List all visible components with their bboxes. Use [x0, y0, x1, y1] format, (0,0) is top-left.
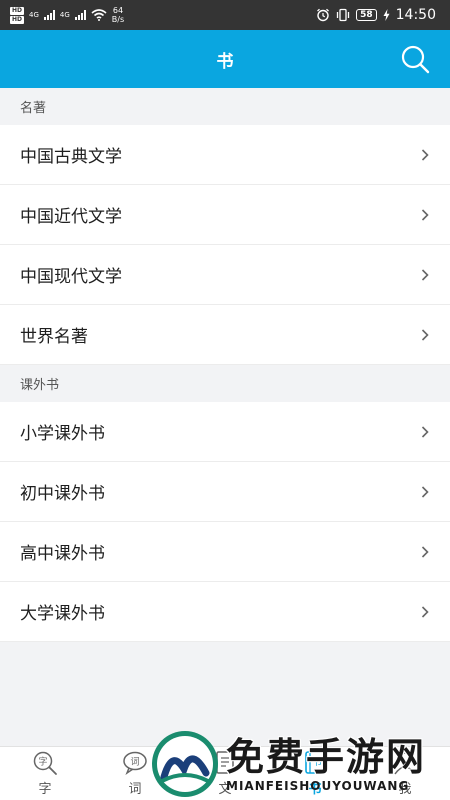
list-item[interactable]: 中国近代文学 — [0, 185, 450, 245]
search-icon[interactable] — [400, 44, 430, 74]
nav-tab-book[interactable]: 书 书 — [270, 750, 360, 797]
nav-tab-character[interactable]: 字 字 — [0, 750, 90, 797]
list-item[interactable]: 大学课外书 — [0, 582, 450, 642]
list-item-label: 中国近代文学 — [20, 207, 122, 227]
vibrate-icon — [336, 8, 350, 22]
nav-label: 我 — [398, 782, 412, 797]
signal-icon — [43, 10, 55, 20]
status-bar: HD HD 4G 4G 64 B/s 58 14:50 — [0, 0, 450, 30]
hd-tag: HD — [10, 6, 25, 15]
chevron-right-icon — [421, 208, 429, 221]
book-category-list: 名著 中国古典文学 中国近代文学 中国现代文学 世界名著 课外书 小学课外书 初… — [0, 88, 450, 642]
character-search-icon: 字 — [33, 751, 57, 775]
word-chat-icon: 词 — [123, 751, 147, 775]
list-item[interactable]: 中国现代文学 — [0, 245, 450, 305]
section-header: 名著 — [0, 88, 450, 125]
hd-tag: HD — [10, 15, 25, 24]
alarm-icon — [317, 8, 330, 22]
list-item-label: 中国古典文学 — [20, 147, 122, 167]
list-item[interactable]: 初中课外书 — [0, 462, 450, 522]
hd-tags: HD HD — [10, 6, 25, 24]
svg-text:词: 词 — [130, 757, 139, 768]
list-item-label: 高中课外书 — [20, 544, 105, 564]
battery-level: 58 — [356, 9, 377, 21]
nav-tab-article[interactable]: 文 — [180, 750, 270, 797]
bottom-nav: 字 字 词 词 文 书 书 我 — [0, 746, 450, 800]
list-item-label: 中国现代文学 — [20, 267, 122, 287]
list-item-label: 初中课外书 — [20, 484, 105, 504]
page-title: 书 — [216, 51, 234, 72]
list-item[interactable]: 高中课外书 — [0, 522, 450, 582]
chevron-right-icon — [421, 425, 429, 438]
chevron-right-icon — [421, 485, 429, 498]
speed-unit: B/s — [111, 15, 125, 24]
list-item-label: 大学课外书 — [20, 604, 105, 624]
nav-tab-me[interactable]: 我 — [360, 750, 450, 797]
document-icon — [216, 751, 234, 774]
status-right: 58 14:50 — [316, 7, 436, 23]
app-header: 书 — [0, 30, 450, 88]
charging-icon — [383, 9, 390, 21]
speed-value: 64 — [112, 6, 124, 15]
nav-label: 字 — [38, 782, 52, 797]
clock: 14:50 — [395, 7, 436, 23]
book-icon: 书 — [305, 751, 325, 774]
nav-label: 书 — [308, 782, 322, 797]
chevron-right-icon — [421, 328, 429, 341]
list-item[interactable]: 中国古典文学 — [0, 125, 450, 185]
wifi-icon — [91, 9, 107, 21]
nav-label: 文 — [218, 782, 232, 797]
signal-icon — [74, 10, 86, 20]
list-item[interactable]: 世界名著 — [0, 305, 450, 365]
chevron-right-icon — [421, 605, 429, 618]
list-item[interactable]: 小学课外书 — [0, 402, 450, 462]
profile-icon — [394, 752, 416, 775]
network-type: 4G — [59, 11, 70, 19]
network-speed: 64 B/s — [112, 6, 124, 24]
network-type: 4G — [29, 11, 39, 19]
svg-text:字: 字 — [38, 756, 47, 768]
chevron-right-icon — [421, 268, 429, 281]
list-item-label: 世界名著 — [20, 327, 88, 347]
chevron-right-icon — [421, 545, 429, 558]
nav-tab-word[interactable]: 词 词 — [90, 750, 180, 797]
svg-text:书: 书 — [312, 757, 321, 768]
section-header: 课外书 — [0, 365, 450, 402]
nav-label: 词 — [128, 782, 142, 797]
chevron-right-icon — [421, 148, 429, 161]
status-left: HD HD 4G 4G 64 B/s — [10, 6, 124, 24]
list-item-label: 小学课外书 — [20, 424, 105, 444]
